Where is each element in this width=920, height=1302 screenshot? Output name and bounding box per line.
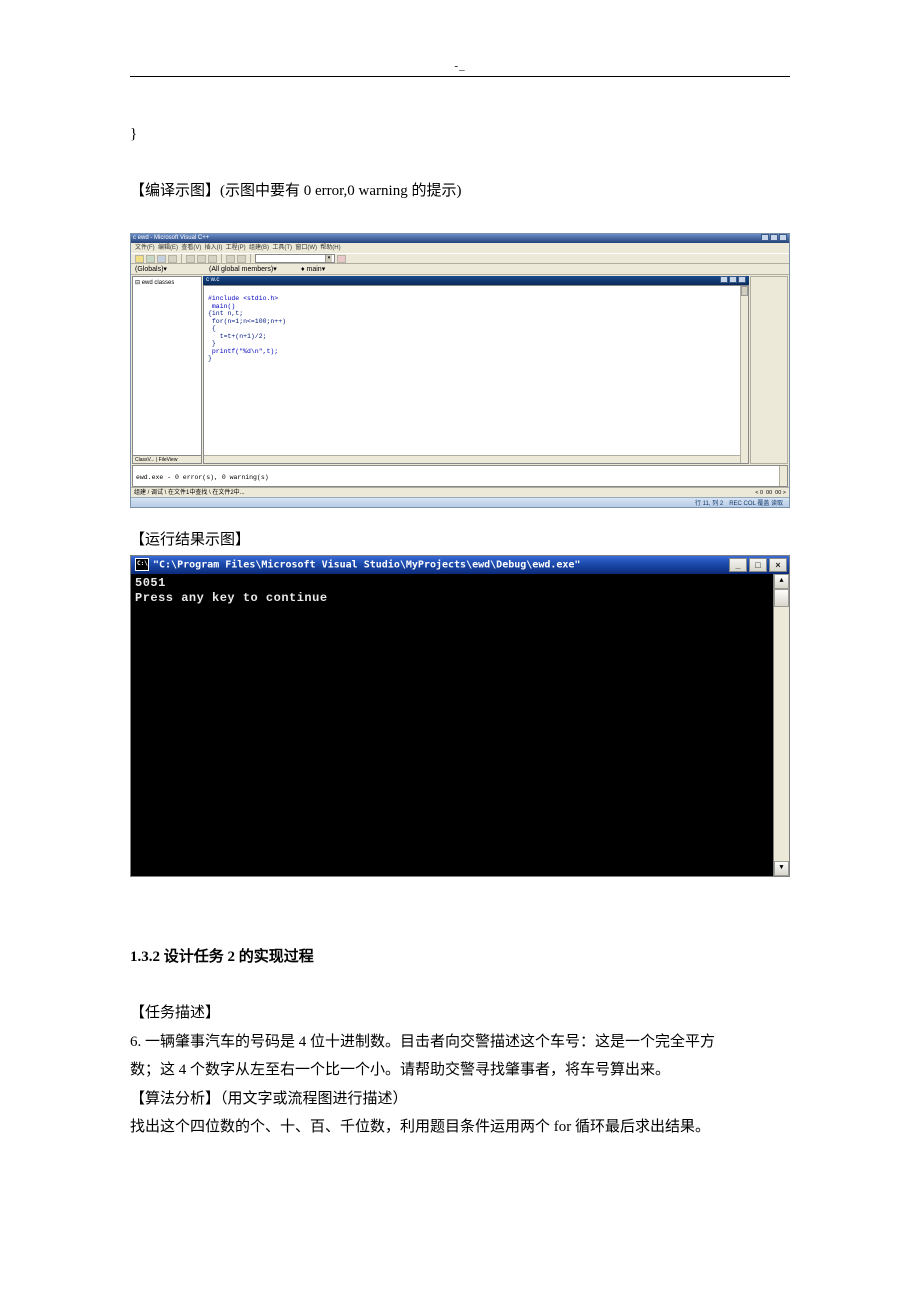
code-line: }: [208, 340, 216, 347]
console-titlebar: "C:\Program Files\Microsoft Visual Studi…: [131, 556, 789, 574]
scroll-down-icon: ▼: [774, 861, 789, 876]
ide-statusbar: 行 11, 列 2 REC COL 覆盖 读取: [131, 497, 789, 507]
task-line-2: 数；这 4 个数字从左至右一个比一个小。请帮助交警寻找肇事者，将车号算出来。: [130, 1056, 790, 1085]
console-title-text: "C:\Program Files\Microsoft Visual Studi…: [153, 560, 580, 571]
editor-window-controls: [720, 276, 746, 285]
ide-menubar: 文件(F) 编辑(E) 查看(V) 插入(I) 工程(P) 组建(B) 工具(T…: [131, 243, 789, 253]
code-line: #include <stdio.h>: [208, 295, 278, 302]
ide-title: c ewd - Microsoft Visual C++: [133, 234, 209, 243]
ide-class-view: ⊟ ewd classes ClassV... | FileView: [132, 276, 202, 464]
window-controls: [761, 234, 787, 243]
page-header-rule: -_: [130, 64, 790, 82]
find-nav: 00: [766, 488, 772, 497]
combo-globals: (Globals)▾: [135, 265, 207, 273]
code-line: }: [208, 355, 212, 362]
ide-code-editor: #include <stdio.h> main() {int n,t; for(…: [203, 285, 749, 464]
algo-label: 【算法分析】（用文字或流程图进行描述）: [130, 1085, 790, 1114]
code-line: {int n,t;: [208, 310, 243, 317]
minimize-icon: _: [729, 558, 747, 572]
run-heading: 【运行结果示图】: [130, 526, 790, 555]
code-line: for(n=1;n<=100;n++): [208, 318, 286, 325]
status-pos: 行 11, 列 2: [695, 498, 723, 507]
find-nav: < 0: [755, 488, 763, 497]
scroll-thumb: [774, 589, 789, 607]
algo-line: 找出这个四位数的个、十、百、千位数，利用题目条件运用两个 for 循环最后求出结…: [130, 1113, 790, 1142]
maximize-icon: □: [749, 558, 767, 572]
scroll-up-icon: ▲: [774, 574, 789, 589]
code-line: t=t+(n+1)/2;: [208, 333, 267, 340]
ide-titlebar: c ewd - Microsoft Visual C++: [131, 234, 789, 243]
ide-toolbar-2: (Globals)▾ (All global members)▾ ♦ main▾: [131, 264, 789, 275]
ide-editor-titlebar: c w.c: [203, 276, 749, 285]
combo-main: ♦ main▾: [301, 265, 361, 273]
console-line: 5051: [135, 576, 166, 590]
tree-tabs: ClassV... | FileView: [133, 455, 201, 463]
compile-heading: 【编译示图】(示图中要有 0 error,0 warning 的提示): [130, 177, 790, 206]
code-line: printf("%d\n",t);: [208, 348, 278, 355]
combo-members: (All global members)▾: [209, 265, 299, 273]
console-scrollbar: ▲ ▼: [773, 574, 789, 876]
find-nav: 00 >: [775, 488, 786, 497]
editor-scroll-v: [740, 286, 748, 463]
close-icon: ×: [769, 558, 787, 572]
editor-tab: c w.c: [206, 276, 219, 285]
ide-toolbar-1: ▾: [131, 253, 789, 264]
ide-output-pane: ewd.exe - 0 error(s), 0 warning(s): [132, 465, 788, 487]
console-screenshot: "C:\Program Files\Microsoft Visual Studi…: [130, 555, 790, 877]
toolbar-combo: ▾: [255, 254, 335, 263]
output-line: ewd.exe - 0 error(s), 0 warning(s): [136, 474, 269, 481]
closing-brace: }: [130, 120, 790, 149]
status-mode: REC COL 覆盖 读取: [729, 498, 783, 507]
tree-root: ⊟ ewd classes: [135, 279, 199, 286]
section-number: 1.3.2 设计任务 2 的实现过程: [130, 943, 790, 972]
console-line: Press any key to continue: [135, 591, 328, 605]
ide-right-dock: [750, 276, 788, 464]
console-window-controls: _ □ ×: [729, 558, 787, 572]
task-label: 【任务描述】: [130, 999, 790, 1028]
editor-scroll-h: [204, 455, 740, 463]
code-line: main(): [208, 303, 235, 310]
task-line-1: 6. 一辆肇事汽车的号码是 4 位十进制数。目击者向交警描述这个车号：这是一个完…: [130, 1028, 790, 1057]
console-output: 5051 Press any key to continue: [131, 574, 773, 876]
console-icon: [135, 558, 149, 571]
ide-screenshot: c ewd - Microsoft Visual C++ 文件(F) 编辑(E)…: [130, 233, 790, 508]
header-dash: -_: [451, 60, 468, 72]
ide-output-tabs: 组建 / 调试 \ 在文件1中查找 \ 在文件2中... < 0 00 00 >: [131, 487, 789, 497]
code-line: {: [208, 325, 216, 332]
